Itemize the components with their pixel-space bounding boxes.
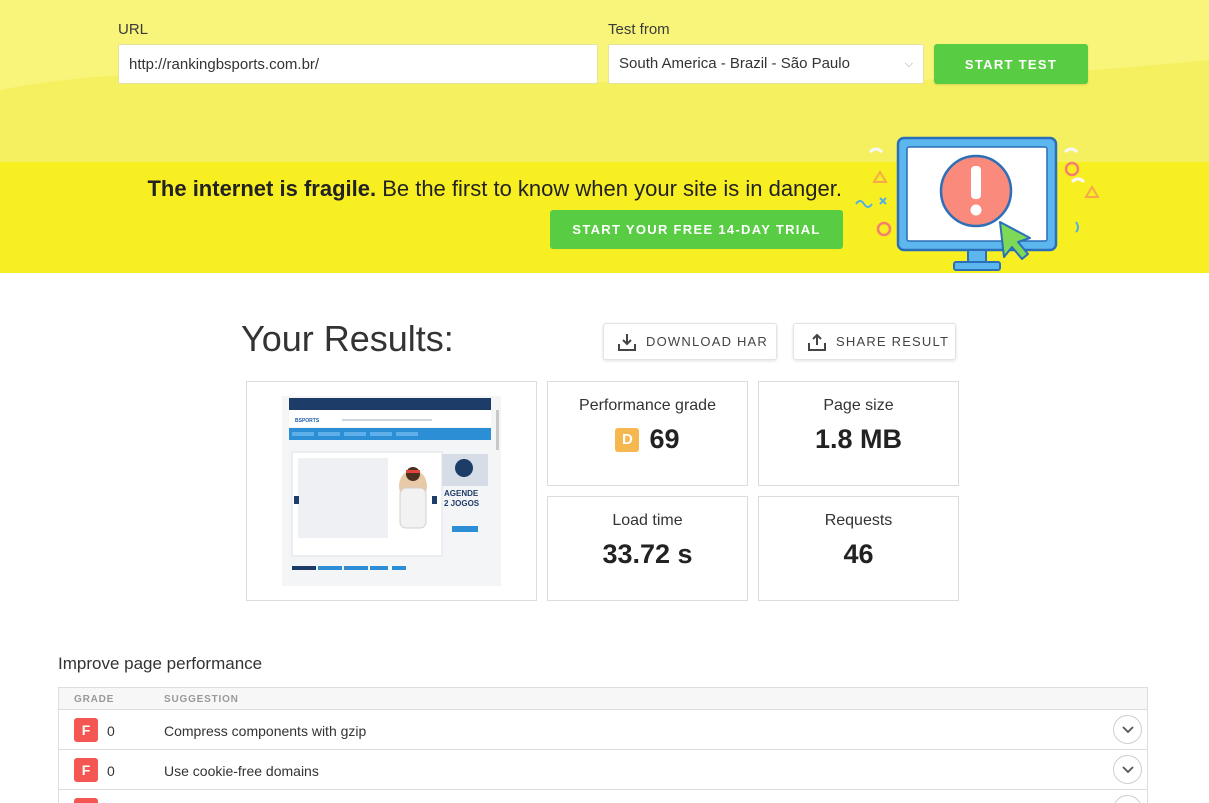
improve-performance-title: Improve page performance bbox=[58, 654, 263, 673]
page-size-value: 1.8 MB bbox=[814, 424, 903, 454]
page-size-label: Page size bbox=[823, 397, 894, 414]
chevron-down-icon: ⌵ bbox=[904, 58, 913, 70]
suggestion-text: Use cookie-free domains bbox=[164, 763, 319, 779]
test-from-label: Test from bbox=[608, 21, 670, 38]
download-har-button[interactable]: DOWNLOAD HAR bbox=[603, 323, 777, 360]
screenshot-promo-line2: 2 JOGOS bbox=[444, 499, 480, 508]
start-trial-button[interactable]: START YOUR FREE 14-DAY TRIAL bbox=[550, 210, 843, 249]
grade-f-badge: F bbox=[74, 758, 98, 782]
grade-d-badge: D bbox=[615, 428, 640, 452]
share-result-label: SHARE RESULT bbox=[836, 334, 950, 349]
performance-grade-label: Performance grade bbox=[579, 397, 716, 414]
download-icon bbox=[618, 333, 636, 351]
page-screenshot-card: BSPORTS AGENDE 2 JOGOS bbox=[246, 381, 537, 601]
chevron-down-icon bbox=[1121, 765, 1134, 773]
chevron-down-icon bbox=[1121, 725, 1134, 733]
suggestion-column-header: SUGGESTION bbox=[164, 694, 239, 705]
suggestion-row[interactable]: F 0 Compress components with gzip bbox=[59, 710, 1147, 750]
start-test-button[interactable]: START TEST bbox=[934, 44, 1088, 84]
performance-score: 69 bbox=[649, 424, 680, 454]
requests-value: 46 bbox=[843, 539, 874, 569]
suggestion-text: Compress components with gzip bbox=[164, 723, 367, 739]
location-select-value: South America - Brazil - São Paulo bbox=[619, 55, 850, 72]
expand-row-button[interactable] bbox=[1113, 715, 1142, 744]
suggestion-score: 0 bbox=[107, 763, 115, 779]
alert-monitor-illustration bbox=[855, 136, 1100, 271]
grade-f-badge: F bbox=[74, 798, 98, 803]
grade-column-header: GRADE bbox=[74, 694, 115, 705]
results-title: Your Results: bbox=[241, 318, 454, 359]
requests-label: Requests bbox=[824, 512, 893, 529]
suggestion-row[interactable]: F bbox=[59, 790, 1147, 803]
banner-headline: The internet is fragile. Be the first to… bbox=[147, 176, 842, 202]
url-label: URL bbox=[118, 21, 149, 38]
load-time-card: Load time 33.72 s bbox=[547, 496, 748, 601]
requests-card: Requests 46 bbox=[758, 496, 959, 601]
grade-f-badge: F bbox=[74, 718, 98, 742]
screenshot-site-name: BSPORTS bbox=[295, 418, 320, 424]
download-har-label: DOWNLOAD HAR bbox=[646, 334, 769, 349]
url-input[interactable] bbox=[118, 44, 598, 84]
load-time-label: Load time bbox=[612, 512, 683, 529]
screenshot-promo-line1: AGENDE bbox=[444, 489, 479, 498]
suggestion-score: 0 bbox=[107, 723, 115, 739]
page-screenshot: BSPORTS AGENDE 2 JOGOS bbox=[282, 396, 501, 586]
suggestions-table: GRADE SUGGESTION F 0 Compress components… bbox=[58, 687, 1148, 803]
performance-grade-card: Performance grade D 69 bbox=[547, 381, 748, 486]
expand-row-button[interactable] bbox=[1113, 795, 1142, 803]
expand-row-button[interactable] bbox=[1113, 755, 1142, 784]
suggestions-table-header: GRADE SUGGESTION bbox=[59, 688, 1147, 710]
load-time-value: 33.72 s bbox=[602, 539, 693, 569]
share-icon bbox=[808, 333, 826, 351]
performance-grade-value: D 69 bbox=[548, 424, 747, 455]
banner-headline-bold: The internet is fragile. bbox=[147, 176, 377, 201]
page-size-card: Page size 1.8 MB bbox=[758, 381, 959, 486]
location-select[interactable]: South America - Brazil - São Paulo ⌵ bbox=[608, 44, 924, 84]
share-result-button[interactable]: SHARE RESULT bbox=[793, 323, 956, 360]
suggestion-row[interactable]: F 0 Use cookie-free domains bbox=[59, 750, 1147, 790]
banner-headline-rest: Be the first to know when your site is i… bbox=[376, 176, 842, 201]
